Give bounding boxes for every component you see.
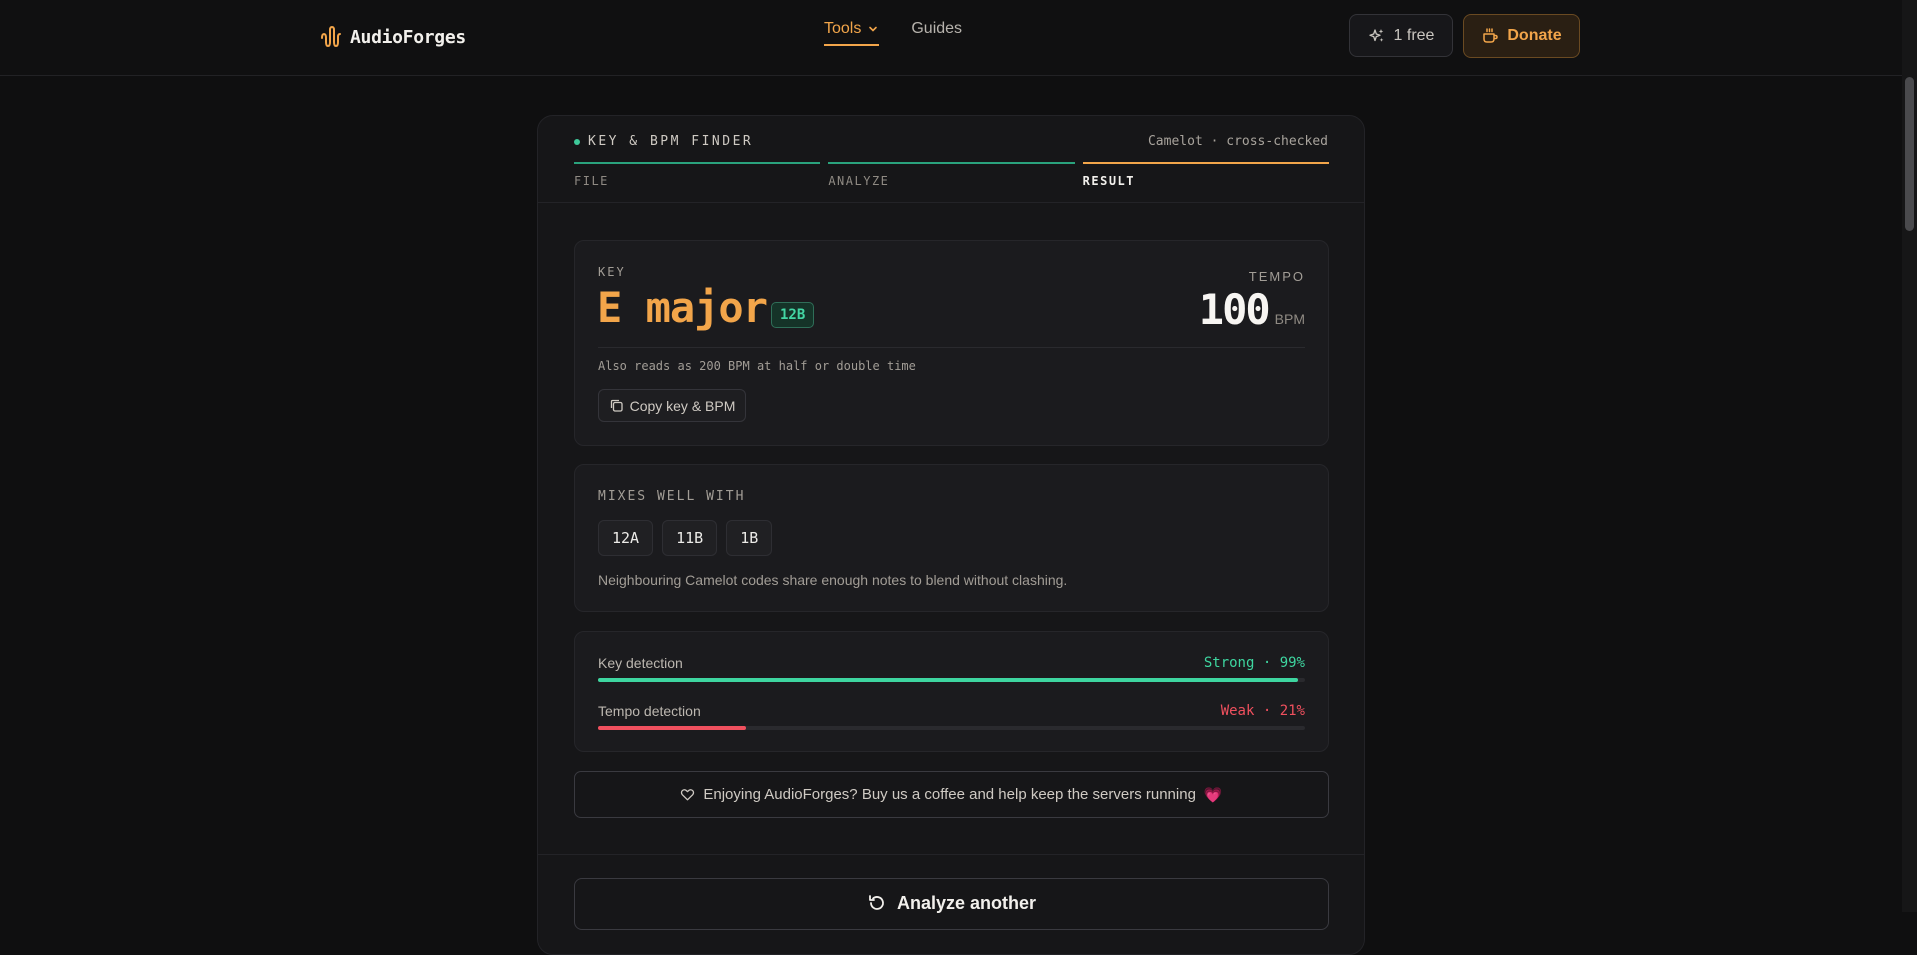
half-double-time-note: Also reads as 200 BPM at half or double … bbox=[598, 359, 916, 373]
meter-fill bbox=[598, 678, 1298, 682]
step-analyze: ANALYZE bbox=[828, 162, 1075, 188]
result-panel: KEY E major 12B TEMPO 100 BPM Also reads… bbox=[574, 240, 1329, 446]
brand-logo-link[interactable]: AudioForges bbox=[320, 22, 466, 52]
meter-value: Weak · 21% bbox=[1220, 703, 1305, 719]
compatible-keys: 12A 11B 1B bbox=[598, 520, 773, 556]
step-label: ANALYZE bbox=[828, 174, 890, 188]
detection-confidence-panel: Key detection Strong · 99% Tempo detecti… bbox=[574, 631, 1329, 752]
top-navigation-bar: AudioForges Tools Guides 1 free Donate bbox=[0, 0, 1902, 76]
sparkles-icon bbox=[1368, 28, 1383, 42]
tempo-unit: BPM bbox=[1274, 311, 1305, 327]
analyze-another-label: Analyze another bbox=[896, 893, 1037, 913]
tool-title: KEY & BPM FINDER bbox=[574, 134, 753, 149]
step-bar bbox=[574, 162, 821, 164]
step-result: RESULT bbox=[1082, 162, 1329, 188]
mixes-label: MIXES WELL WITH bbox=[598, 489, 746, 504]
free-credits-label: 1 free bbox=[1393, 26, 1435, 44]
pink-heart-icon: 💗 bbox=[1203, 786, 1223, 804]
step-label: FILE bbox=[574, 174, 609, 188]
tempo-readout: 100 BPM bbox=[1199, 285, 1305, 334]
support-banner-link[interactable]: Enjoying AudioForges? Buy us a coffee an… bbox=[574, 771, 1329, 818]
key-label: KEY bbox=[598, 265, 626, 279]
mixes-well-with-panel: MIXES WELL WITH 12A 11B 1B Neighbouring … bbox=[574, 464, 1329, 612]
nav-guides-link[interactable]: Guides bbox=[911, 20, 962, 46]
compatible-key-chip[interactable]: 1B bbox=[726, 520, 773, 556]
meter-track bbox=[598, 678, 1305, 682]
divider bbox=[538, 854, 1364, 855]
meter-track bbox=[598, 726, 1305, 730]
method-note: Camelot · cross-checked bbox=[1147, 134, 1328, 149]
progress-steps: FILE ANALYZE RESULT bbox=[574, 162, 1329, 188]
detected-tempo: 100 bbox=[1198, 285, 1271, 334]
meter-name: Tempo detection bbox=[598, 703, 701, 719]
detected-key: E major bbox=[597, 283, 768, 332]
heart-outline-icon bbox=[681, 789, 695, 801]
tool-title-text: KEY & BPM FINDER bbox=[588, 134, 754, 149]
mixes-description: Neighbouring Camelot codes share enough … bbox=[598, 572, 1068, 588]
waveform-logo-icon bbox=[321, 25, 341, 48]
status-dot-icon bbox=[574, 138, 580, 145]
compatible-key-chip[interactable]: 12A bbox=[598, 520, 654, 556]
compatible-key-chip[interactable]: 11B bbox=[662, 520, 718, 556]
page-scrollbar[interactable] bbox=[1902, 0, 1917, 912]
meter-fill bbox=[598, 726, 747, 730]
camelot-code-badge: 12B bbox=[771, 302, 815, 328]
free-credits-button[interactable]: 1 free bbox=[1349, 14, 1453, 57]
coffee-cup-icon bbox=[1483, 28, 1499, 43]
chevron-down-icon bbox=[869, 26, 878, 32]
analyze-another-button[interactable]: Analyze another bbox=[574, 878, 1329, 930]
donate-label: Donate bbox=[1507, 27, 1562, 44]
card-header: KEY & BPM FINDER Camelot · cross-checked… bbox=[538, 116, 1364, 203]
nav-tools-label: Tools bbox=[824, 20, 862, 37]
support-text: Enjoying AudioForges? Buy us a coffee an… bbox=[703, 786, 1196, 803]
step-bar bbox=[1082, 162, 1329, 164]
brand-name: AudioForges bbox=[350, 26, 466, 48]
rotate-ccw-icon bbox=[869, 895, 884, 910]
copy-button-label: Copy key & BPM bbox=[629, 397, 736, 414]
copy-icon bbox=[610, 399, 623, 412]
key-bpm-finder-card: KEY & BPM FINDER Camelot · cross-checked… bbox=[537, 115, 1365, 955]
meter-value: Strong · 99% bbox=[1203, 655, 1305, 671]
step-label: RESULT bbox=[1082, 174, 1136, 188]
divider bbox=[598, 347, 1305, 348]
scrollbar-thumb[interactable] bbox=[1905, 77, 1914, 231]
step-file: FILE bbox=[574, 162, 821, 188]
nav-tools-dropdown[interactable]: Tools bbox=[824, 20, 880, 46]
meter-name: Key detection bbox=[598, 655, 683, 671]
copy-key-bpm-button[interactable]: Copy key & BPM bbox=[598, 389, 746, 422]
donate-button[interactable]: Donate bbox=[1463, 14, 1580, 58]
main-nav: Tools Guides bbox=[824, 20, 962, 46]
tempo-label: TEMPO bbox=[1248, 269, 1305, 284]
step-bar bbox=[828, 162, 1075, 164]
